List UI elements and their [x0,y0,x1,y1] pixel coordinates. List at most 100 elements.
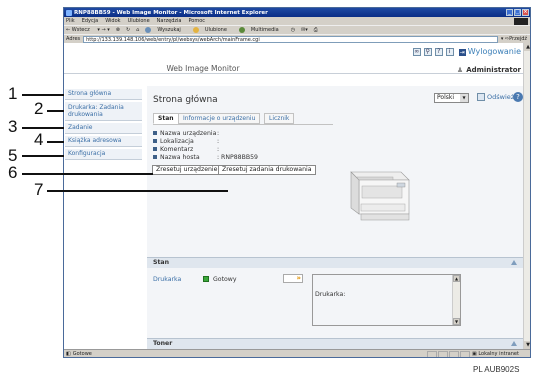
scroll-down-icon[interactable]: ▼ [453,318,460,325]
callout-6: 6 [8,163,18,182]
logout-link[interactable]: ⇥ Wylogowanie [458,47,521,56]
language-select[interactable]: Polski ▼ [434,93,469,103]
callout-line-2 [47,110,64,112]
scroll-up-icon[interactable]: ▲ [524,43,530,51]
reset-print-jobs-button[interactable]: Zresetuj zadania drukowania [218,165,316,175]
stop-icon[interactable]: ⊗ [116,27,120,33]
scroll-up-icon[interactable]: ▲ [453,275,460,282]
details-arrow-button[interactable]: » [283,274,303,283]
status-ok-icon [203,276,209,282]
sidebar-item-configuration[interactable]: Konfiguracja [65,149,142,160]
glasses-icon[interactable]: ∞ [412,47,421,56]
back-button[interactable]: ← Wstecz ▾ → ▾ [66,27,110,33]
url-input[interactable]: http://133.139.148.106/web/entry/pl/webs… [83,35,498,43]
go-button[interactable]: ▾ ⇨Przejdź [501,36,527,42]
home-icon[interactable]: ⌂ [136,27,139,33]
menu-file[interactable]: Plik [66,18,75,24]
callout-7: 7 [34,180,44,199]
favorites-button[interactable]: Ulubione [192,26,233,33]
page-header: ∞ ⚲ ? i ⇥ Wylogowanie Web Image Monitor ♟… [64,43,523,74]
sidebar-item-address-book[interactable]: Książka adresowa [65,136,142,147]
page-done-icon: ◧ [66,351,71,357]
callout-2: 2 [34,99,44,118]
help-icon[interactable]: ? [434,47,443,56]
app-title: Web Image Monitor [166,64,240,73]
collapse-icon[interactable] [511,260,517,265]
callout-3: 3 [8,117,18,136]
bullet-icon [153,155,157,159]
status-cell [449,350,459,357]
info-device-name: Nazwa urządzenia: [153,130,219,137]
tab-counter[interactable]: Licznik [264,113,295,124]
sidebar-item-home[interactable]: Strona główna [65,89,142,100]
history-icon[interactable]: ◷ [291,27,295,33]
page-title: Strona główna [153,95,218,105]
toolbar: ← Wstecz ▾ → ▾ ⊗ ↻ ⌂ Wyszukaj Ulubione M… [64,25,530,34]
address-label: Adres [66,36,81,42]
search-icon[interactable]: ⚲ [423,47,432,56]
status-cell [460,350,470,357]
print-icon[interactable]: ⎙ [314,27,318,33]
printer-message-box: Drukarka: ▲ ▼ [312,274,461,326]
bullet-icon [153,139,157,143]
title-bar: RNP88BB59 - Web Image Monitor - Microsof… [64,8,530,17]
status-cell [438,350,448,357]
page-scrollbar[interactable]: ▲ ▼ [523,43,530,349]
refresh-icon [477,93,485,101]
menu-tools[interactable]: Narzędzia [157,18,182,24]
callout-line-3 [22,127,64,129]
callout-line-7 [47,190,228,192]
maximize-button[interactable]: □ [514,9,521,16]
reset-device-button[interactable]: Zresetuj urządzenie [152,165,222,175]
chevron-down-icon: ▼ [460,94,468,102]
printer-status-link[interactable]: Drukarka [153,276,181,283]
printer-status-value: Gotowy [213,276,237,283]
minimize-button[interactable]: _ [506,9,513,16]
status-section-header[interactable]: Stan [147,257,523,268]
window-title: RNP88BB59 - Web Image Monitor - Microsof… [74,9,268,16]
menu-bar: Plik Edycja Widok Ulubione Narzędzia Pom… [64,17,530,25]
callout-line-4 [47,141,64,143]
close-button[interactable]: × [522,9,529,16]
bullet-icon [153,147,157,151]
page-viewport: ∞ ⚲ ? i ⇥ Wylogowanie Web Image Monitor ♟… [64,43,523,349]
menu-help[interactable]: Pomoc [188,18,205,24]
callout-4: 4 [34,130,44,149]
sidebar-item-print-jobs[interactable]: Drukarka: Zadania drukowania [65,102,142,121]
figure-code: PL AUB902S [473,365,520,374]
tab-device-info[interactable]: Informacje o urządzeniu [178,113,261,124]
callout-1: 1 [8,84,18,103]
status-bar: ◧ Gotowe ▣ Lokalny intranet [64,349,530,357]
callout-line-1 [22,94,64,96]
sidebar: Strona główna Drukarka: Zadania drukowan… [65,89,142,162]
status-cell [427,350,437,357]
refresh-button[interactable]: Odśwież [477,93,514,101]
printer-image [350,171,410,221]
collapse-icon[interactable] [511,341,517,346]
windows-flag-icon [514,17,528,25]
tab-status[interactable]: Stan [153,113,179,124]
multimedia-button[interactable]: Multimedia [238,26,285,33]
info-icon[interactable]: i [445,47,454,56]
help-icon[interactable]: ? [513,92,523,102]
bullet-icon [153,131,157,135]
menu-view[interactable]: Widok [105,18,120,24]
mail-icon[interactable]: ✉▾ [301,27,308,33]
logout-arrow-icon: ⇥ [458,49,466,56]
scroll-down-icon[interactable]: ▼ [524,341,530,349]
refresh-icon[interactable]: ↻ [126,27,130,33]
menu-favorites[interactable]: Ulubione [128,18,150,24]
search-button[interactable]: Wyszukaj [145,26,186,33]
info-comment: Komentarz: [153,146,219,153]
status-section-body: Drukarka Gotowy » Drukarka: ▲ ▼ [147,271,523,338]
ie-logo-icon [66,9,72,16]
toner-section-header[interactable]: Toner [147,338,523,349]
main-panel: Strona główna Polski ▼ Odśwież ? Stan Inf… [147,86,523,349]
menu-edit[interactable]: Edycja [82,18,99,24]
address-bar: Adres http://133.139.148.106/web/entry/p… [64,34,530,43]
info-host-name: Nazwa hosta: RNP88BB59 [153,154,258,161]
sidebar-item-job[interactable]: Zadanie [65,123,142,134]
header-icon-row: ∞ ⚲ ? i ⇥ Wylogowanie [412,47,521,56]
message-scrollbar[interactable]: ▲ ▼ [452,275,460,325]
callout-line-6 [22,173,153,175]
